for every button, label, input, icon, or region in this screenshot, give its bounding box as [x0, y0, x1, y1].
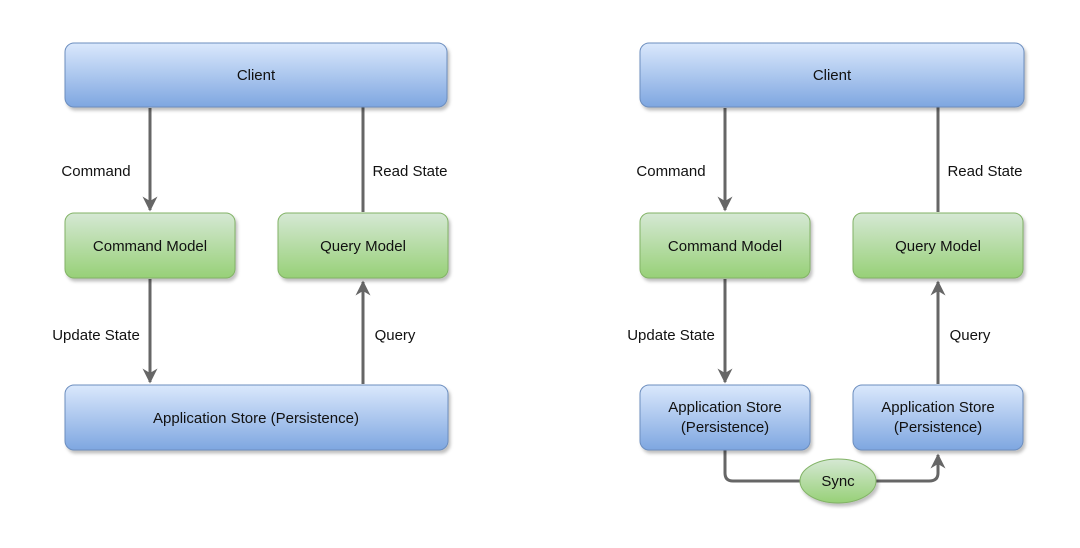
cqrs-diagram: Client Command Model Query Model Applica…: [52, 42, 1025, 504]
write-store-box: [639, 384, 811, 451]
query-model-label: Query Model: [895, 238, 981, 255]
read-store-label-line2: (Persistence): [894, 419, 982, 436]
command-model-label: Command Model: [93, 238, 207, 255]
write-store-label-line1: Application Store: [668, 399, 781, 416]
left-diagram: Client Command Model Query Model Applica…: [52, 42, 449, 451]
client-label: Client: [237, 67, 276, 84]
client-label: Client: [813, 67, 852, 84]
application-store-label: Application Store (Persistence): [153, 410, 359, 427]
edge-command-label: Command: [636, 163, 705, 180]
edge-update-state-label: Update State: [52, 327, 140, 344]
edge-query-label: Query: [950, 327, 991, 344]
command-model-label: Command Model: [668, 238, 782, 255]
edge-read-state-label: Read State: [372, 163, 447, 180]
read-store-box: [852, 384, 1024, 451]
write-store-label-line2: (Persistence): [681, 419, 769, 436]
edge-query-label: Query: [375, 327, 416, 344]
edge-command-label: Command: [61, 163, 130, 180]
query-model-label: Query Model: [320, 238, 406, 255]
right-diagram: Client Command Model Query Model Applica…: [627, 42, 1025, 504]
edge-update-state-label: Update State: [627, 327, 715, 344]
sync-label: Sync: [821, 473, 855, 490]
edge-read-state-label: Read State: [947, 163, 1022, 180]
read-store-label-line1: Application Store: [881, 399, 994, 416]
